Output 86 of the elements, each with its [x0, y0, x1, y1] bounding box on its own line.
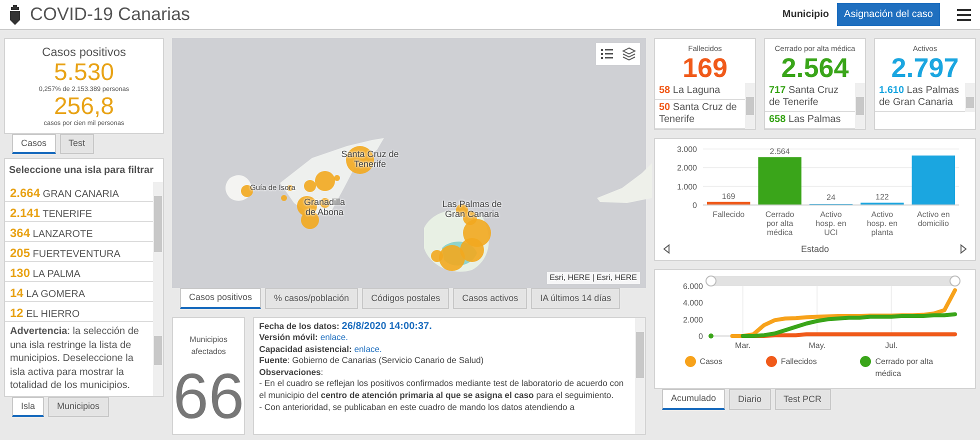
tab[interactable]: Test: [60, 134, 94, 154]
value-label: 122: [876, 192, 889, 202]
crest-icon: [8, 4, 22, 26]
category-label: Activo hosp. en planta: [866, 210, 898, 237]
axis-title: Estado: [800, 242, 830, 256]
value-label: 2.564: [770, 146, 790, 156]
island-item[interactable]: 2.141 TENERIFE: [5, 202, 153, 222]
view-button[interactable]: Asignación del caso: [837, 3, 940, 26]
tab[interactable]: Casos positivos: [180, 288, 262, 308]
scrollbar[interactable]: [152, 322, 163, 396]
menu-icon[interactable]: [956, 8, 972, 22]
card-total: 169: [681, 54, 729, 83]
bar: [860, 202, 904, 205]
y-tick-label: 1.000: [676, 182, 697, 191]
category-label: Fallecido: [712, 210, 745, 219]
list-title: Seleccione una isla para filtrar: [8, 164, 155, 178]
layers-icon[interactable]: [622, 47, 636, 61]
island-item[interactable]: 364 LANZAROTE: [5, 222, 153, 242]
legend-icon[interactable]: [600, 47, 614, 61]
tab[interactable]: Casos activos: [453, 288, 528, 308]
card-total: 2.564: [780, 54, 850, 83]
municipalities-title: Municipios afectados: [188, 334, 228, 358]
scroll-left-icon[interactable]: [663, 244, 670, 254]
summary-title: Casos positivos: [40, 44, 128, 61]
y-tick-label: 2.000: [682, 315, 703, 324]
scrollbar[interactable]: [745, 82, 755, 129]
bar: [912, 155, 955, 205]
tab[interactable]: Casos: [12, 134, 56, 154]
info-text: Observaciones:: [259, 366, 324, 378]
legend-label: Fallecidos: [780, 356, 817, 368]
value-label: 24: [826, 192, 836, 202]
data-date: Fecha de los datos: 26/8/2020 14:00:37.: [259, 320, 433, 332]
card-total: 2.797: [890, 54, 960, 83]
island-item[interactable]: 130 LA PALMA: [5, 262, 153, 282]
municipalities-count: 66: [172, 358, 244, 434]
bar: [707, 201, 750, 205]
info-text: Fuente: Gobierno de Canarias (Servicio Canario de Salud): [259, 355, 485, 367]
x-tick-label: Mar.: [735, 341, 751, 350]
y-tick-label: 3.000: [676, 144, 697, 154]
scrollbar[interactable]: [152, 182, 163, 322]
category-label: Activo hosp. en UCI: [816, 210, 846, 237]
slider-handle[interactable]: [706, 276, 716, 287]
tab[interactable]: Municipios: [48, 396, 109, 417]
total-cases: 5.530: [52, 61, 116, 85]
data-point: [708, 334, 714, 339]
category-label: Activo en domicilio: [916, 210, 950, 228]
app-title: COVID-19 Canarias: [30, 3, 190, 26]
x-tick-label: May.: [808, 341, 826, 350]
island-item[interactable]: 205 FUERTEVENTURA: [5, 242, 153, 262]
x-tick-label: Jul.: [885, 341, 898, 350]
warning-text: Advertencia: la selección de una isla restringe la lista de municipios. Deseleccione la isla activa para mostrar la totalidad de los municipios.: [9, 325, 140, 393]
y-tick-label: 0: [692, 200, 697, 210]
scrollbar[interactable]: [965, 82, 975, 112]
tab[interactable]: Códigos postales: [362, 288, 450, 308]
info-line: Capacidad asistencial: enlace.: [259, 344, 383, 356]
bar: [758, 156, 802, 205]
y-tick-label: 2.000: [676, 163, 697, 172]
info-text: - En el cuadro se reflejan los positivos confirmados mediante test de laboratorio de acuerdo con el municipio del centro de atención primaria al que se asigna el caso para el seguimiento.: [259, 378, 625, 402]
scrollbar[interactable]: [635, 318, 645, 434]
view-label: Municipio: [782, 8, 830, 22]
island-item[interactable]: 2.664 GRAN CANARIA: [5, 182, 153, 202]
y-tick-label: 6.000: [682, 282, 703, 292]
category-label: Cerrado por alta médica: [765, 210, 794, 237]
value-label: 169: [722, 191, 736, 200]
y-tick-label: 4.000: [682, 298, 703, 308]
slider-handle[interactable]: [950, 276, 960, 287]
legend-label: Cerrado por alta médica: [875, 356, 934, 380]
info-text: - Con anterioridad, se publicaban en este cuadro de mando los datos atendiendo a: [259, 402, 576, 414]
scrollbar[interactable]: [855, 82, 865, 129]
scroll-right-icon[interactable]: [960, 244, 967, 254]
island-item[interactable]: 12 EL HIERRO: [5, 302, 153, 322]
range-slider[interactable]: [711, 276, 955, 286]
tab[interactable]: Acumulado: [662, 389, 726, 410]
link[interactable]: enlace.: [320, 332, 348, 342]
map-attribution: Esri, HERE | Esri, HERE: [546, 272, 640, 284]
rate-value: 256,8: [52, 94, 116, 119]
tab[interactable]: % casos/población: [265, 288, 358, 308]
link[interactable]: enlace.: [354, 344, 382, 354]
tab[interactable]: Diario: [729, 389, 771, 410]
y-tick-label: 0: [698, 332, 703, 342]
tab[interactable]: Test PCR: [774, 389, 831, 410]
island-item[interactable]: 14 LA GOMERA: [5, 282, 153, 302]
info-line: Versión móvil: enlace.: [259, 332, 350, 344]
tab[interactable]: Isla: [12, 396, 44, 417]
tab[interactable]: IA últimos 14 días: [531, 288, 620, 308]
legend-label: Casos: [700, 356, 722, 368]
